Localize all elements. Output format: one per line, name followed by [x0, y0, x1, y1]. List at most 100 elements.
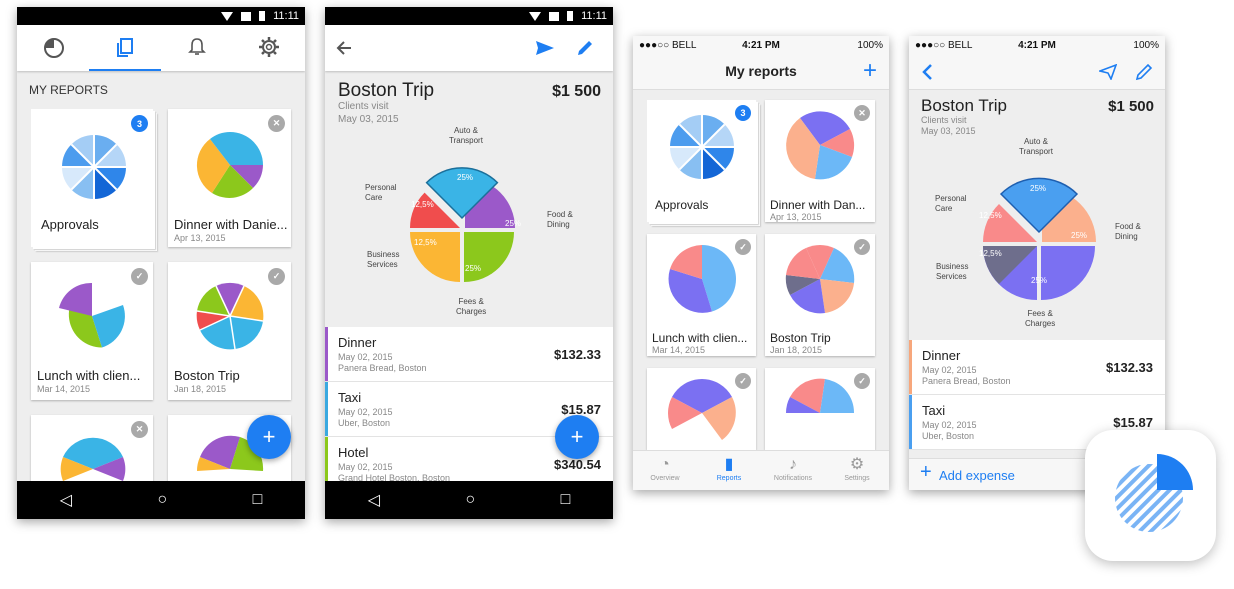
report-card-dinner[interactable]: Dinner with Dan... Apr 13, 2015 ✕ [765, 100, 875, 222]
plus-icon: + [920, 461, 932, 483]
category-color-bar [325, 327, 328, 381]
pie-value-food: 25% [1071, 231, 1088, 240]
notifications-icon[interactable] [188, 37, 206, 57]
pie-value-fees: 25% [1031, 276, 1048, 285]
card-title: Approvals [41, 217, 99, 232]
bell-icon: ♪ [789, 456, 797, 473]
tab-notifications[interactable]: ♪ Notifications [761, 451, 825, 490]
tab-overview[interactable]: ◔ Overview [633, 451, 697, 490]
pie-label-auto: Auto & Transport [1019, 137, 1053, 156]
status-bar: ●●●○○ BELL 4:21 PM 100% [909, 36, 1165, 54]
pie-value-food: 25% [505, 219, 522, 228]
ios-reports-screen: ●●●○○ BELL 4:21 PM 100% My reports + App… [633, 36, 889, 490]
report-card[interactable]: ✓ [647, 368, 756, 450]
active-tab-indicator [89, 69, 161, 71]
tab-reports[interactable]: ▮ Reports [697, 451, 761, 490]
approvals-pie-chart [62, 135, 126, 199]
settings-icon[interactable] [258, 36, 280, 58]
overview-icon[interactable] [43, 37, 65, 59]
report-card-dinner[interactable]: Dinner with Danie... Apr 13, 2015 ✕ [168, 109, 291, 247]
category-color-bar [909, 340, 912, 394]
gear-icon: ⚙ [849, 456, 865, 473]
back-icon[interactable]: ◁ [60, 490, 72, 510]
card-title: Lunch with clien... [652, 331, 748, 345]
expense-date: May 02, 2015 [922, 420, 977, 430]
expense-place: Panera Bread, Boston [922, 376, 1011, 386]
add-report-button[interactable]: + [247, 415, 291, 459]
edit-icon[interactable] [1135, 63, 1153, 81]
nav-title: My reports [725, 63, 797, 79]
category-color-bar [325, 382, 328, 436]
edit-icon[interactable] [576, 39, 594, 57]
battery-icon [567, 11, 574, 21]
trip-total: $1 500 [1108, 98, 1154, 115]
battery-level: 100% [1133, 40, 1159, 51]
pie-label-personal: Personal Care [935, 194, 967, 213]
expense-amount: $132.33 [554, 347, 601, 362]
add-expense-button[interactable]: + [555, 415, 599, 459]
expense-place: Uber, Boston [922, 431, 975, 441]
recents-icon[interactable]: □ [561, 491, 571, 509]
pie-label-fees: Fees & Charges [456, 297, 487, 316]
card-date: Mar 14, 2015 [37, 384, 91, 394]
home-icon[interactable]: ○ [465, 491, 475, 509]
trip-total: $1 500 [552, 83, 601, 100]
add-expense-label: Add expense [939, 468, 1015, 483]
trip-title: Boston Trip [338, 80, 435, 101]
bottom-tab-bar: ◔ Overview ▮ Reports ♪ Notifications ⚙ Setti… [633, 450, 889, 490]
status-bar: ●●●○○ BELL 4:21 PM 100% [633, 36, 889, 54]
report-card-lunch[interactable]: Lunch with clien... Mar 14, 2015 ✓ [31, 262, 153, 400]
expense-name: Taxi [922, 403, 946, 418]
report-card-boston[interactable]: Boston Trip Jan 18, 2015 ✓ [765, 234, 875, 356]
card-title: Boston Trip [174, 368, 240, 383]
rejected-icon: ✕ [268, 115, 285, 132]
nav-bar [909, 54, 1165, 90]
battery-icon [259, 11, 266, 21]
app-icon [1085, 430, 1216, 561]
back-arrow-icon[interactable] [336, 40, 352, 56]
report-card-boston[interactable]: Boston Trip Jan 18, 2015 ✓ [168, 262, 291, 400]
trip-date: May 03, 2015 [338, 114, 399, 125]
card-title: Dinner with Danie... [174, 217, 288, 232]
trip-date: May 03, 2015 [921, 126, 976, 136]
expense-name: Dinner [922, 348, 961, 363]
app-logo-icon [1115, 454, 1193, 532]
approved-icon: ✓ [854, 373, 870, 389]
expense-date: May 02, 2015 [338, 462, 393, 472]
approvals-pie-chart [670, 115, 734, 179]
reports-icon[interactable] [115, 37, 135, 59]
count-badge: 3 [735, 105, 751, 121]
back-chevron-icon[interactable] [921, 63, 933, 81]
pie-label-fees: Fees & Charges [1025, 309, 1056, 328]
report-card[interactable]: ✓ [765, 368, 875, 450]
pie-value-auto: 25% [457, 173, 474, 182]
expense-place: Uber, Boston [338, 418, 391, 428]
home-icon[interactable]: ○ [157, 491, 167, 509]
report-card-lunch[interactable]: Lunch with clien... Mar 14, 2015 ✓ [647, 234, 756, 356]
expense-place: Panera Bread, Boston [338, 363, 427, 373]
recents-icon[interactable]: □ [253, 491, 263, 509]
report-card-approvals[interactable]: Approvals 3 [31, 109, 153, 247]
approved-icon: ✓ [131, 268, 148, 285]
tab-settings[interactable]: ⚙ Settings [825, 451, 889, 490]
pie-label-food: Food & Dining [547, 210, 573, 229]
trip-subtitle: Clients visit [338, 101, 389, 112]
approved-icon: ✓ [854, 239, 870, 255]
expense-row-dinner[interactable]: Dinner May 02, 2015 Panera Bread, Boston… [325, 327, 613, 382]
signal-icon [549, 11, 560, 21]
trip-subtitle: Clients visit [921, 115, 967, 125]
send-icon[interactable] [535, 40, 555, 56]
android-trip-screen: 11:11 Boston Trip $1 500 Clients visit M… [325, 7, 613, 519]
expense-date: May 02, 2015 [922, 365, 977, 375]
pie-value-personal: 12,5% [979, 211, 1002, 220]
expense-amount: $15.87 [1113, 415, 1153, 430]
report-card-approvals[interactable]: Approvals 3 [647, 100, 756, 222]
top-tab-bar [17, 25, 305, 71]
send-icon[interactable] [1099, 64, 1117, 80]
back-icon[interactable]: ◁ [368, 490, 380, 510]
expense-row-dinner[interactable]: Dinner May 02, 2015 Panera Bread, Boston… [909, 340, 1165, 395]
pie-value-personal: 12,5% [411, 200, 434, 209]
nav-bar: My reports + [633, 54, 889, 90]
card-title: Lunch with clien... [37, 368, 141, 383]
add-report-button[interactable]: + [863, 57, 877, 85]
